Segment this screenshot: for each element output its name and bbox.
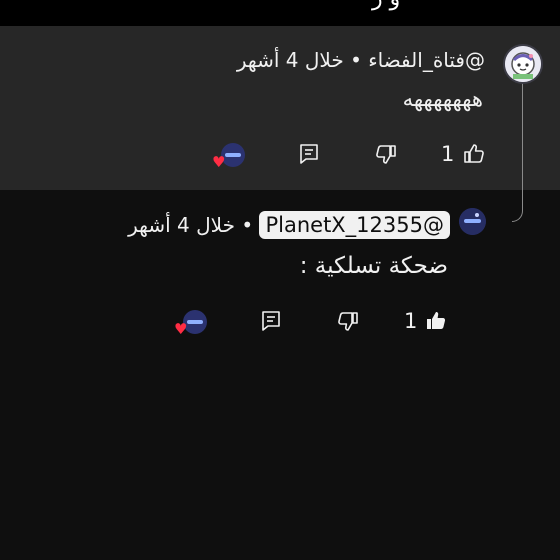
like-button[interactable] xyxy=(462,142,486,166)
thumbs-up-icon xyxy=(464,144,484,163)
astronaut-avatar-icon xyxy=(505,46,541,82)
like-button-active[interactable] xyxy=(424,309,448,333)
reply-avatar[interactable] xyxy=(459,208,486,235)
comment-time[interactable]: خلال 4 أشهر xyxy=(237,48,344,72)
reply-time[interactable]: خلال 4 أشهر xyxy=(128,213,235,237)
thumbs-down-icon xyxy=(376,145,396,164)
reply-button[interactable] xyxy=(259,309,283,333)
top-bar: و ر xyxy=(0,0,560,26)
reply-author-chip[interactable]: @PlanetX_12355 xyxy=(259,211,450,239)
top-clipped-text: و ر xyxy=(372,0,400,11)
reply-icon xyxy=(262,311,280,331)
like-count: 1 xyxy=(441,142,455,166)
separator-dot: • xyxy=(241,213,254,237)
reply-icon xyxy=(300,144,318,164)
heart-icon: ♥ xyxy=(174,320,188,338)
comment-text: هههههههه xyxy=(402,87,483,111)
reply-button[interactable] xyxy=(297,142,321,166)
like-count: 1 xyxy=(404,309,418,333)
thumbs-up-filled-icon xyxy=(427,312,446,329)
reply-thread-line xyxy=(512,80,523,222)
comment-header: @فتاة_الفضاء • خلال 4 أشهر xyxy=(237,48,485,72)
dislike-button[interactable] xyxy=(374,142,398,166)
dislike-button[interactable] xyxy=(336,309,360,333)
heart-icon: ♥ xyxy=(212,153,226,171)
avatar[interactable] xyxy=(503,44,543,84)
separator-dot: • xyxy=(350,48,362,72)
thumbs-down-icon xyxy=(338,312,358,331)
reply-header: @PlanetX_12355 • خلال 4 أشهر xyxy=(128,211,450,239)
planet-avatar-icon xyxy=(459,208,486,235)
reply-text: ضحكة تسلكية : xyxy=(299,253,448,279)
comment-author[interactable]: @فتاة_الفضاء xyxy=(368,48,485,72)
